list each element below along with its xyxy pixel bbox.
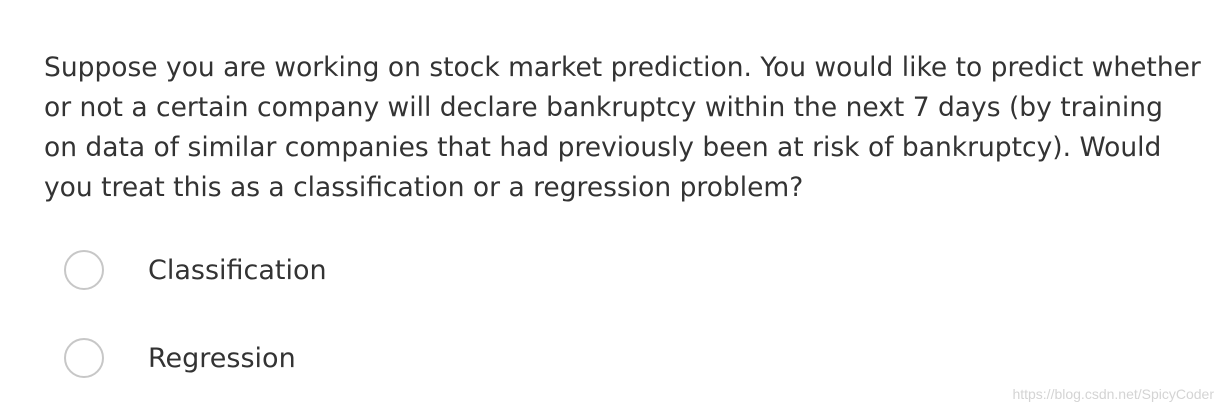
option-label-regression: Regression — [148, 342, 296, 374]
option-regression[interactable]: Regression — [64, 336, 464, 380]
question-text: Suppose you are working on stock market … — [44, 52, 1201, 203]
radio-button-regression[interactable] — [64, 338, 104, 378]
option-label-classification: Classification — [148, 254, 327, 286]
option-classification[interactable]: Classification — [64, 248, 464, 292]
radio-button-classification[interactable] — [64, 250, 104, 290]
watermark-url: https://blog.csdn.net/SpicyCoder — [1012, 386, 1214, 402]
